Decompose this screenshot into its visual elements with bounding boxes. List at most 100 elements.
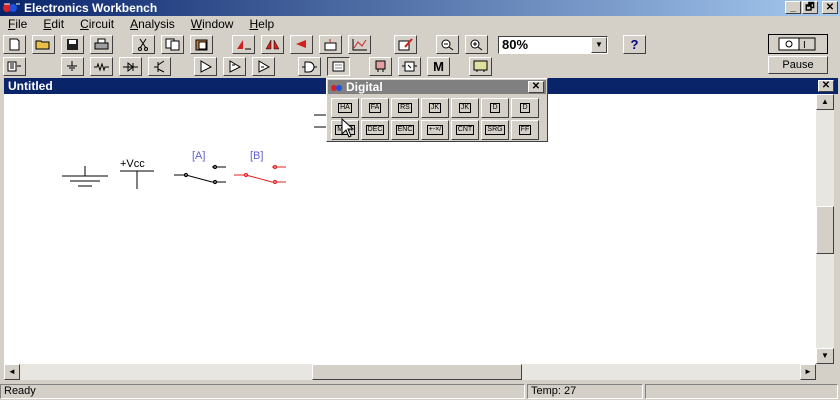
logic-gates-bin-button[interactable] (298, 57, 321, 76)
palette-close-button[interactable]: ✕ (528, 81, 544, 93)
jk-flip-flop-2-button[interactable]: JK (451, 98, 479, 118)
vertical-scrollbar[interactable]: ▲ ▼ (816, 94, 834, 364)
cut-button[interactable] (132, 35, 155, 54)
sources-bin-button[interactable] (61, 57, 84, 76)
status-message: Ready (0, 384, 525, 399)
copy-button[interactable] (161, 35, 184, 54)
print-button[interactable] (90, 35, 113, 54)
indicators-bin-button[interactable] (369, 57, 392, 76)
restore-button[interactable]: 🗗 (802, 1, 818, 14)
d-flip-flop-button[interactable]: D (481, 98, 509, 118)
palette-title: Digital (346, 80, 383, 94)
flip-flop-button[interactable]: FF (511, 120, 539, 140)
description-button[interactable] (394, 35, 417, 54)
arithmetic-button[interactable]: +-×/ (421, 120, 449, 140)
palette-logo-icon (331, 85, 342, 91)
counter-button[interactable]: CNT (451, 120, 479, 140)
horizontal-scrollbar[interactable]: ◄ ► (4, 364, 816, 380)
miscellaneous-bin-button[interactable]: M (427, 57, 450, 76)
zoom-out-button[interactable] (436, 35, 459, 54)
close-button[interactable]: ✕ (822, 1, 838, 14)
rotate-button[interactable] (232, 35, 255, 54)
menu-bar: File Edit Circuit Analysis Window Help (0, 16, 840, 33)
zoom-select[interactable]: 80% ▼ (498, 36, 608, 54)
new-file-icon (9, 38, 20, 51)
decoder-button[interactable]: DEC (361, 120, 389, 140)
full-adder-button[interactable]: FA (361, 98, 389, 118)
switch-b-component[interactable] (234, 164, 286, 185)
rs-flip-flop-button[interactable]: RS (391, 98, 419, 118)
menu-analysis[interactable]: Analysis (122, 16, 183, 33)
favorites-bin-button[interactable] (3, 57, 26, 76)
save-button[interactable] (61, 35, 84, 54)
document-title: Untitled (8, 79, 53, 93)
flip-horizontal-button[interactable] (261, 35, 284, 54)
resistor-icon (94, 62, 109, 72)
app-logo-icon (3, 3, 20, 12)
flip-vertical-button[interactable] (290, 35, 313, 54)
encoder-button[interactable]: ENC (391, 120, 419, 140)
digital-bin-button[interactable] (327, 57, 350, 76)
menu-edit[interactable]: Edit (35, 16, 72, 33)
scroll-left-icon[interactable]: ◄ (4, 364, 20, 380)
d-flip-flop-2-button[interactable]: D (511, 98, 539, 118)
menu-file[interactable]: File (0, 16, 35, 33)
minimize-button[interactable]: _ (785, 1, 801, 14)
flip-flop-icon (332, 61, 345, 72)
help-button[interactable]: ? (623, 35, 646, 54)
flip-vertical-icon (296, 40, 306, 48)
shift-register-button[interactable]: SRG (481, 120, 509, 140)
graph-icon (352, 39, 367, 51)
zoom-in-button[interactable] (465, 35, 488, 54)
subcircuit-button[interactable] (319, 35, 342, 54)
mixed-ic-icon (229, 60, 242, 73)
switch-a-label: [A] (192, 150, 206, 162)
ground-component[interactable] (62, 166, 108, 187)
controls-bin-button[interactable] (398, 57, 421, 76)
activate-power-switch[interactable]: I (768, 34, 828, 54)
diode-icon (123, 61, 138, 73)
app-title-bar[interactable]: Electronics Workbench _ 🗗 ✕ (0, 0, 840, 16)
menu-help[interactable]: Help (241, 16, 282, 33)
instruments-bin-button[interactable] (469, 57, 492, 76)
analog-ics-bin-button[interactable] (194, 57, 217, 76)
scissors-icon (138, 38, 148, 51)
digital-palette[interactable]: Digital ✕ HA FA RS JK JK D D MUX DEC ENC… (326, 78, 548, 142)
mux-component[interactable] (314, 114, 326, 128)
parts-bin-toolbar: M (0, 55, 840, 77)
menu-circuit[interactable]: Circuit (72, 16, 122, 33)
horizontal-scroll-thumb[interactable] (312, 364, 522, 380)
subcircuit-icon (324, 39, 337, 51)
jk-flip-flop-button[interactable]: JK (421, 98, 449, 118)
control-block-icon (402, 61, 417, 72)
digital-ics-bin-button[interactable] (252, 57, 275, 76)
paste-button[interactable] (190, 35, 213, 54)
printer-icon (94, 38, 109, 50)
scroll-right-icon[interactable]: ► (800, 364, 816, 380)
status-temperature: Temp: 27 (527, 384, 643, 399)
open-button[interactable] (32, 35, 55, 54)
instrument-icon (473, 60, 488, 72)
mixed-ics-bin-button[interactable] (223, 57, 246, 76)
mouse-cursor-icon (341, 118, 355, 138)
scroll-down-icon[interactable]: ▼ (816, 348, 834, 364)
switch-a-component[interactable] (174, 164, 226, 185)
palette-title-bar[interactable]: Digital ✕ (328, 80, 546, 94)
new-button[interactable] (3, 35, 26, 54)
menu-window[interactable]: Window (183, 16, 242, 33)
status-extra-pane (645, 384, 838, 399)
scroll-up-icon[interactable]: ▲ (816, 94, 834, 110)
transistors-bin-button[interactable] (148, 57, 171, 76)
flip-horizontal-icon (265, 39, 280, 50)
basic-bin-button[interactable] (90, 57, 113, 76)
graph-button[interactable] (348, 35, 371, 54)
half-adder-button[interactable]: HA (331, 98, 359, 118)
indicator-icon (375, 60, 386, 72)
diodes-bin-button[interactable] (119, 57, 142, 76)
power-switch-icon: I (778, 37, 816, 51)
chevron-down-icon[interactable]: ▼ (591, 37, 607, 53)
pause-button[interactable]: Pause (768, 56, 828, 74)
document-close-button[interactable]: ✕ (818, 80, 834, 92)
vcc-component[interactable] (120, 170, 154, 189)
vertical-scroll-thumb[interactable] (816, 206, 834, 254)
